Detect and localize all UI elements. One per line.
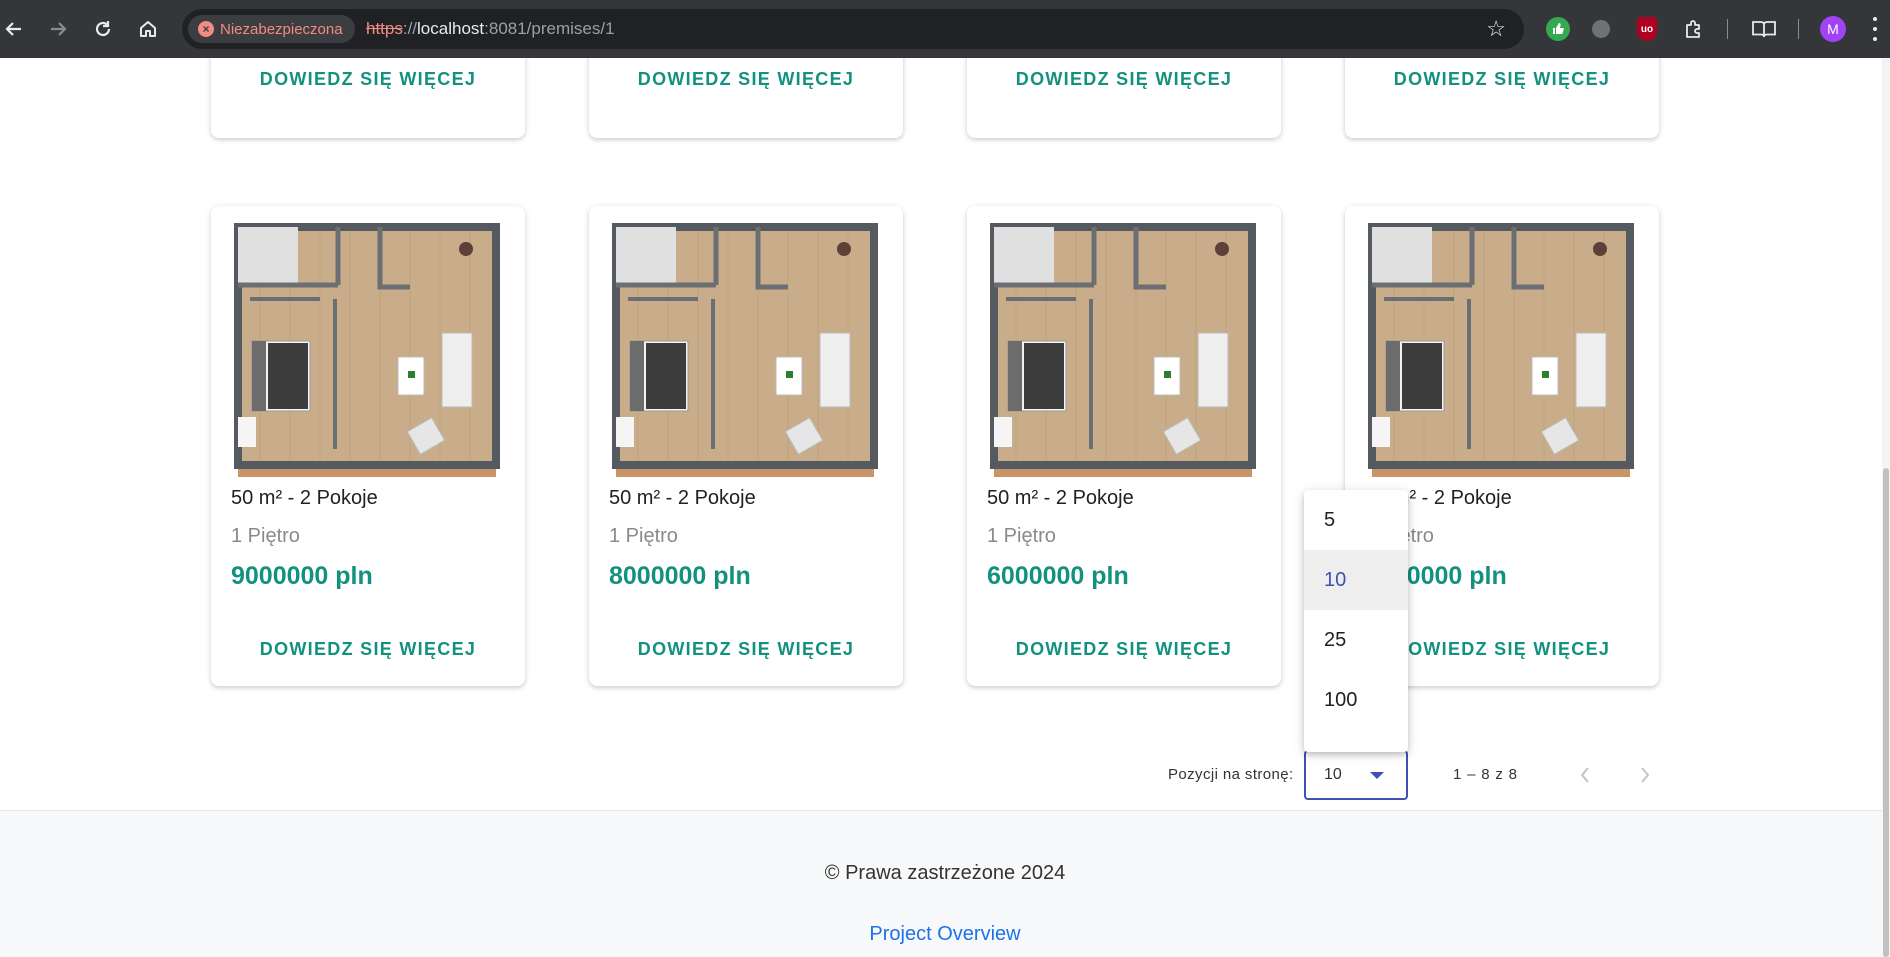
premise-title: 50 m² - 2 Pokoje (231, 487, 378, 509)
project-overview-link[interactable]: Project Overview (0, 923, 1890, 946)
bookmark-star-icon[interactable]: ☆ (1486, 17, 1506, 41)
floor-plan-image[interactable] (608, 223, 882, 477)
address-bar[interactable]: × Niezabezpieczona https://localhost:808… (182, 9, 1524, 49)
security-label: Niezabezpieczona (220, 20, 343, 38)
premise-card[interactable]: 50 m² - 2 Pokoje 1 Piętro 9000000 pln DO… (211, 206, 525, 686)
page-size-option[interactable]: 25 (1304, 610, 1408, 670)
floor-plan-image[interactable] (986, 223, 1260, 477)
scrollbar-thumb[interactable] (1883, 468, 1889, 957)
items-per-page-label: Pozycji na stronę: (1168, 766, 1294, 783)
floor-plan-image[interactable] (1364, 223, 1638, 477)
learn-more-button[interactable]: DOWIEDZ SIĘ WIĘCEJ (589, 639, 903, 660)
page-size-value: 10 (1324, 766, 1342, 783)
premise-title: 50 m² - 2 Pokoje (609, 487, 756, 509)
premise-card[interactable]: 50 m² - 2 Pokoje 1 Piętro 8000000 pln DO… (589, 206, 903, 686)
premise-card: DOWIEDZ SIĘ WIĘCEJ (1345, 58, 1659, 138)
reading-list-icon[interactable] (1750, 17, 1778, 41)
forward-icon[interactable] (41, 12, 75, 46)
previous-page-icon[interactable] (1565, 755, 1605, 795)
browser-menu-icon[interactable] (1872, 17, 1878, 41)
toolbar-divider (1727, 19, 1728, 39)
page-size-option-selected[interactable]: 10 (1304, 550, 1408, 610)
premise-card: DOWIEDZ SIĘ WIĘCEJ (589, 58, 903, 138)
home-icon[interactable] (131, 12, 165, 46)
extension-icon[interactable] (1592, 20, 1610, 38)
premise-card: DOWIEDZ SIĘ WIĘCEJ (211, 58, 525, 138)
page-size-dropdown: 5 10 25 100 (1304, 490, 1408, 752)
floor-plan-image[interactable] (230, 223, 504, 477)
premise-floor: 1 Piętro (609, 525, 678, 547)
not-secure-icon: × (198, 21, 214, 37)
premise-floor: 1 Piętro (231, 525, 300, 547)
premise-price: 6000000 pln (987, 562, 1129, 590)
ublock-shield-icon[interactable]: uo (1637, 17, 1657, 41)
page-content: DOWIEDZ SIĘ WIĘCEJ DOWIEDZ SIĘ WIĘCEJ DO… (0, 58, 1890, 957)
page-size-option[interactable]: 5 (1304, 490, 1408, 550)
url-text[interactable]: https://localhost:8081/premises/1 (366, 19, 615, 39)
copyright-text: © Prawa zastrzeżone 2024 (824, 862, 1066, 884)
premise-floor: 1 Piętro (987, 525, 1056, 547)
extensions-puzzle-icon[interactable] (1682, 17, 1706, 41)
back-icon[interactable] (0, 12, 31, 46)
security-chip[interactable]: × Niezabezpieczona (188, 15, 355, 43)
premise-title: 50 m² - 2 Pokoje (987, 487, 1134, 509)
browser-toolbar: × Niezabezpieczona https://localhost:808… (0, 0, 1890, 58)
profile-avatar[interactable]: M (1820, 16, 1846, 42)
premise-price: 8000000 pln (609, 562, 751, 590)
page-size-select[interactable]: 10 (1304, 750, 1408, 800)
learn-more-button[interactable]: DOWIEDZ SIĘ WIĘCEJ (211, 69, 525, 90)
page-size-option[interactable]: 100 (1304, 670, 1408, 730)
vertical-scrollbar[interactable] (1882, 58, 1890, 957)
page-range-label: 1 – 8 z 8 (1453, 766, 1518, 783)
learn-more-button[interactable]: DOWIEDZ SIĘ WIĘCEJ (1345, 69, 1659, 90)
thumbs-up-extension-icon[interactable] (1546, 17, 1570, 41)
page-footer: © Prawa zastrzeżone 2024 Project Overvie… (0, 810, 1890, 957)
premise-price: 9000000 pln (231, 562, 373, 590)
next-page-icon[interactable] (1625, 755, 1665, 795)
learn-more-button[interactable]: DOWIEDZ SIĘ WIĘCEJ (589, 69, 903, 90)
learn-more-button[interactable]: DOWIEDZ SIĘ WIĘCEJ (967, 639, 1281, 660)
premise-card: DOWIEDZ SIĘ WIĘCEJ (967, 58, 1281, 138)
dropdown-arrow-icon (1370, 772, 1384, 779)
reload-icon[interactable] (86, 12, 120, 46)
learn-more-button[interactable]: DOWIEDZ SIĘ WIĘCEJ (211, 639, 525, 660)
toolbar-divider (1798, 19, 1799, 39)
learn-more-button[interactable]: DOWIEDZ SIĘ WIĘCEJ (967, 69, 1281, 90)
premise-card[interactable]: 50 m² - 2 Pokoje 1 Piętro 6000000 pln DO… (967, 206, 1281, 686)
